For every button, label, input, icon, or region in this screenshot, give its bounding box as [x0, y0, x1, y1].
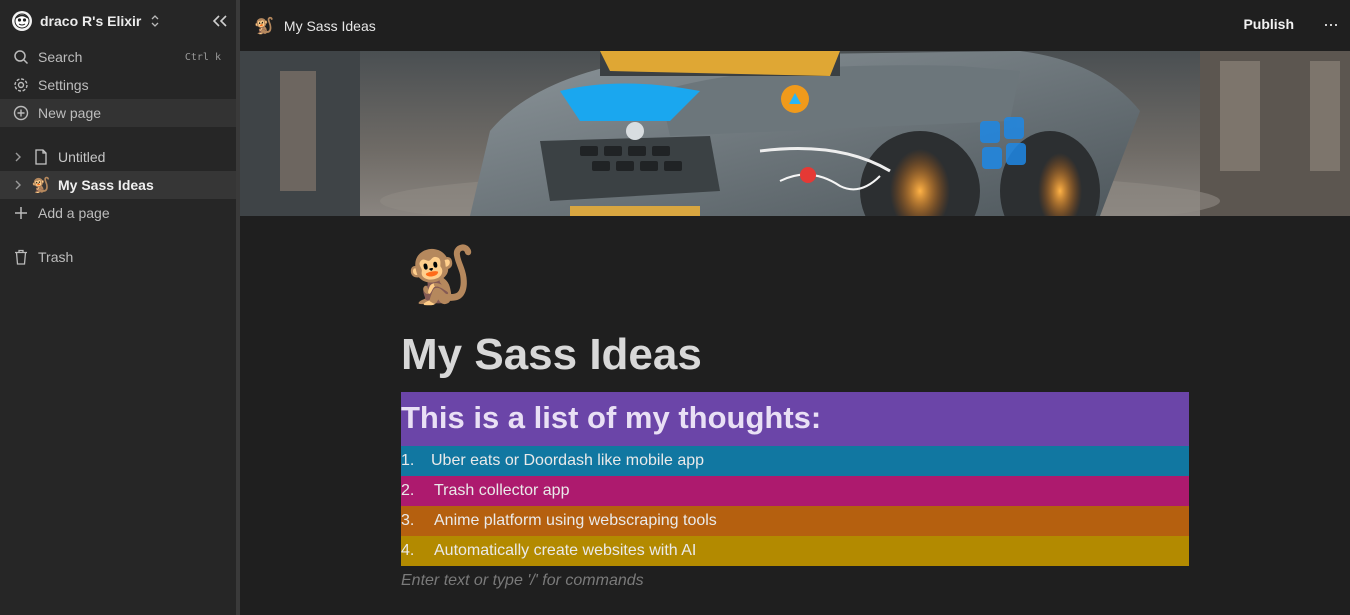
list-number: 1. [401, 452, 415, 469]
sidebar-page-untitled[interactable]: Untitled [0, 143, 237, 171]
list-item-text: Automatically create websites with AI [434, 542, 697, 559]
plus-icon [12, 204, 30, 222]
list-item-text: Trash collector app [434, 482, 570, 499]
sidebar-page-my-sass-ideas[interactable]: 🐒 My Sass Ideas [0, 171, 237, 199]
breadcrumb[interactable]: My Sass Ideas [284, 18, 376, 34]
page-icon-emoji[interactable]: 🐒 [406, 242, 476, 308]
sidebar-page-label: My Sass Ideas [58, 177, 154, 193]
new-page-button[interactable]: New page [0, 99, 237, 127]
search-button[interactable]: Search Ctrl k [0, 43, 237, 71]
cover-car-illustration [240, 51, 1350, 216]
list-number: 4. [401, 542, 415, 559]
gear-icon [12, 76, 30, 94]
document-icon [32, 148, 50, 166]
list-number: 2. [401, 482, 415, 499]
trash-label: Trash [38, 249, 74, 265]
collapse-sidebar-icon[interactable] [211, 13, 229, 29]
list-item[interactable]: 3. Anime platform using webscraping tool… [401, 506, 1189, 536]
new-page-label: New page [38, 105, 102, 121]
chevron-updown-icon [151, 15, 159, 27]
chevron-right-icon[interactable] [12, 179, 24, 191]
search-shortcut: Ctrl k [184, 51, 221, 63]
workspace-avatar-icon [12, 11, 32, 31]
list-item[interactable]: 2. Trash collector app [401, 476, 1189, 506]
cover-image[interactable] [240, 51, 1350, 216]
editor-placeholder[interactable]: Enter text or type '/' for commands [401, 572, 644, 590]
publish-button[interactable]: Publish [1243, 16, 1294, 32]
heading-block[interactable]: This is a list of my thoughts: [401, 392, 1189, 446]
list-number: 3. [401, 512, 415, 529]
workspace-switcher[interactable]: draco R's Elixir [0, 0, 237, 42]
sidebar-page-label: Untitled [58, 149, 106, 165]
workspace-name: draco R's Elixir [40, 13, 142, 29]
list-item[interactable]: 1. Uber eats or Doordash like mobile app [401, 446, 1189, 476]
chevron-right-icon[interactable] [12, 151, 24, 163]
topbar: 🐒 My Sass Ideas Publish ··· [240, 0, 1350, 51]
sidebar: draco R's Elixir Search Ctrl k Settings … [0, 0, 237, 615]
monkey-emoji-icon: 🐒 [31, 177, 51, 194]
trash-icon [12, 248, 30, 266]
list-item-text: Uber eats or Doordash like mobile app [431, 452, 705, 469]
trash-button[interactable]: Trash [0, 243, 237, 271]
add-page-button[interactable]: Add a page [0, 199, 237, 227]
settings-label: Settings [38, 77, 89, 93]
search-icon [12, 48, 30, 66]
settings-button[interactable]: Settings [0, 71, 237, 99]
search-label: Search [38, 49, 83, 65]
add-page-label: Add a page [38, 205, 110, 221]
list-item[interactable]: 4. Automatically create websites with AI [401, 536, 1189, 566]
page-title[interactable]: My Sass Ideas [401, 330, 702, 380]
plus-circle-icon [12, 104, 30, 122]
list-item-text: Anime platform using webscraping tools [434, 512, 717, 529]
monkey-emoji-icon: 🐒 [254, 17, 274, 35]
more-options-button[interactable]: ··· [1323, 14, 1339, 35]
